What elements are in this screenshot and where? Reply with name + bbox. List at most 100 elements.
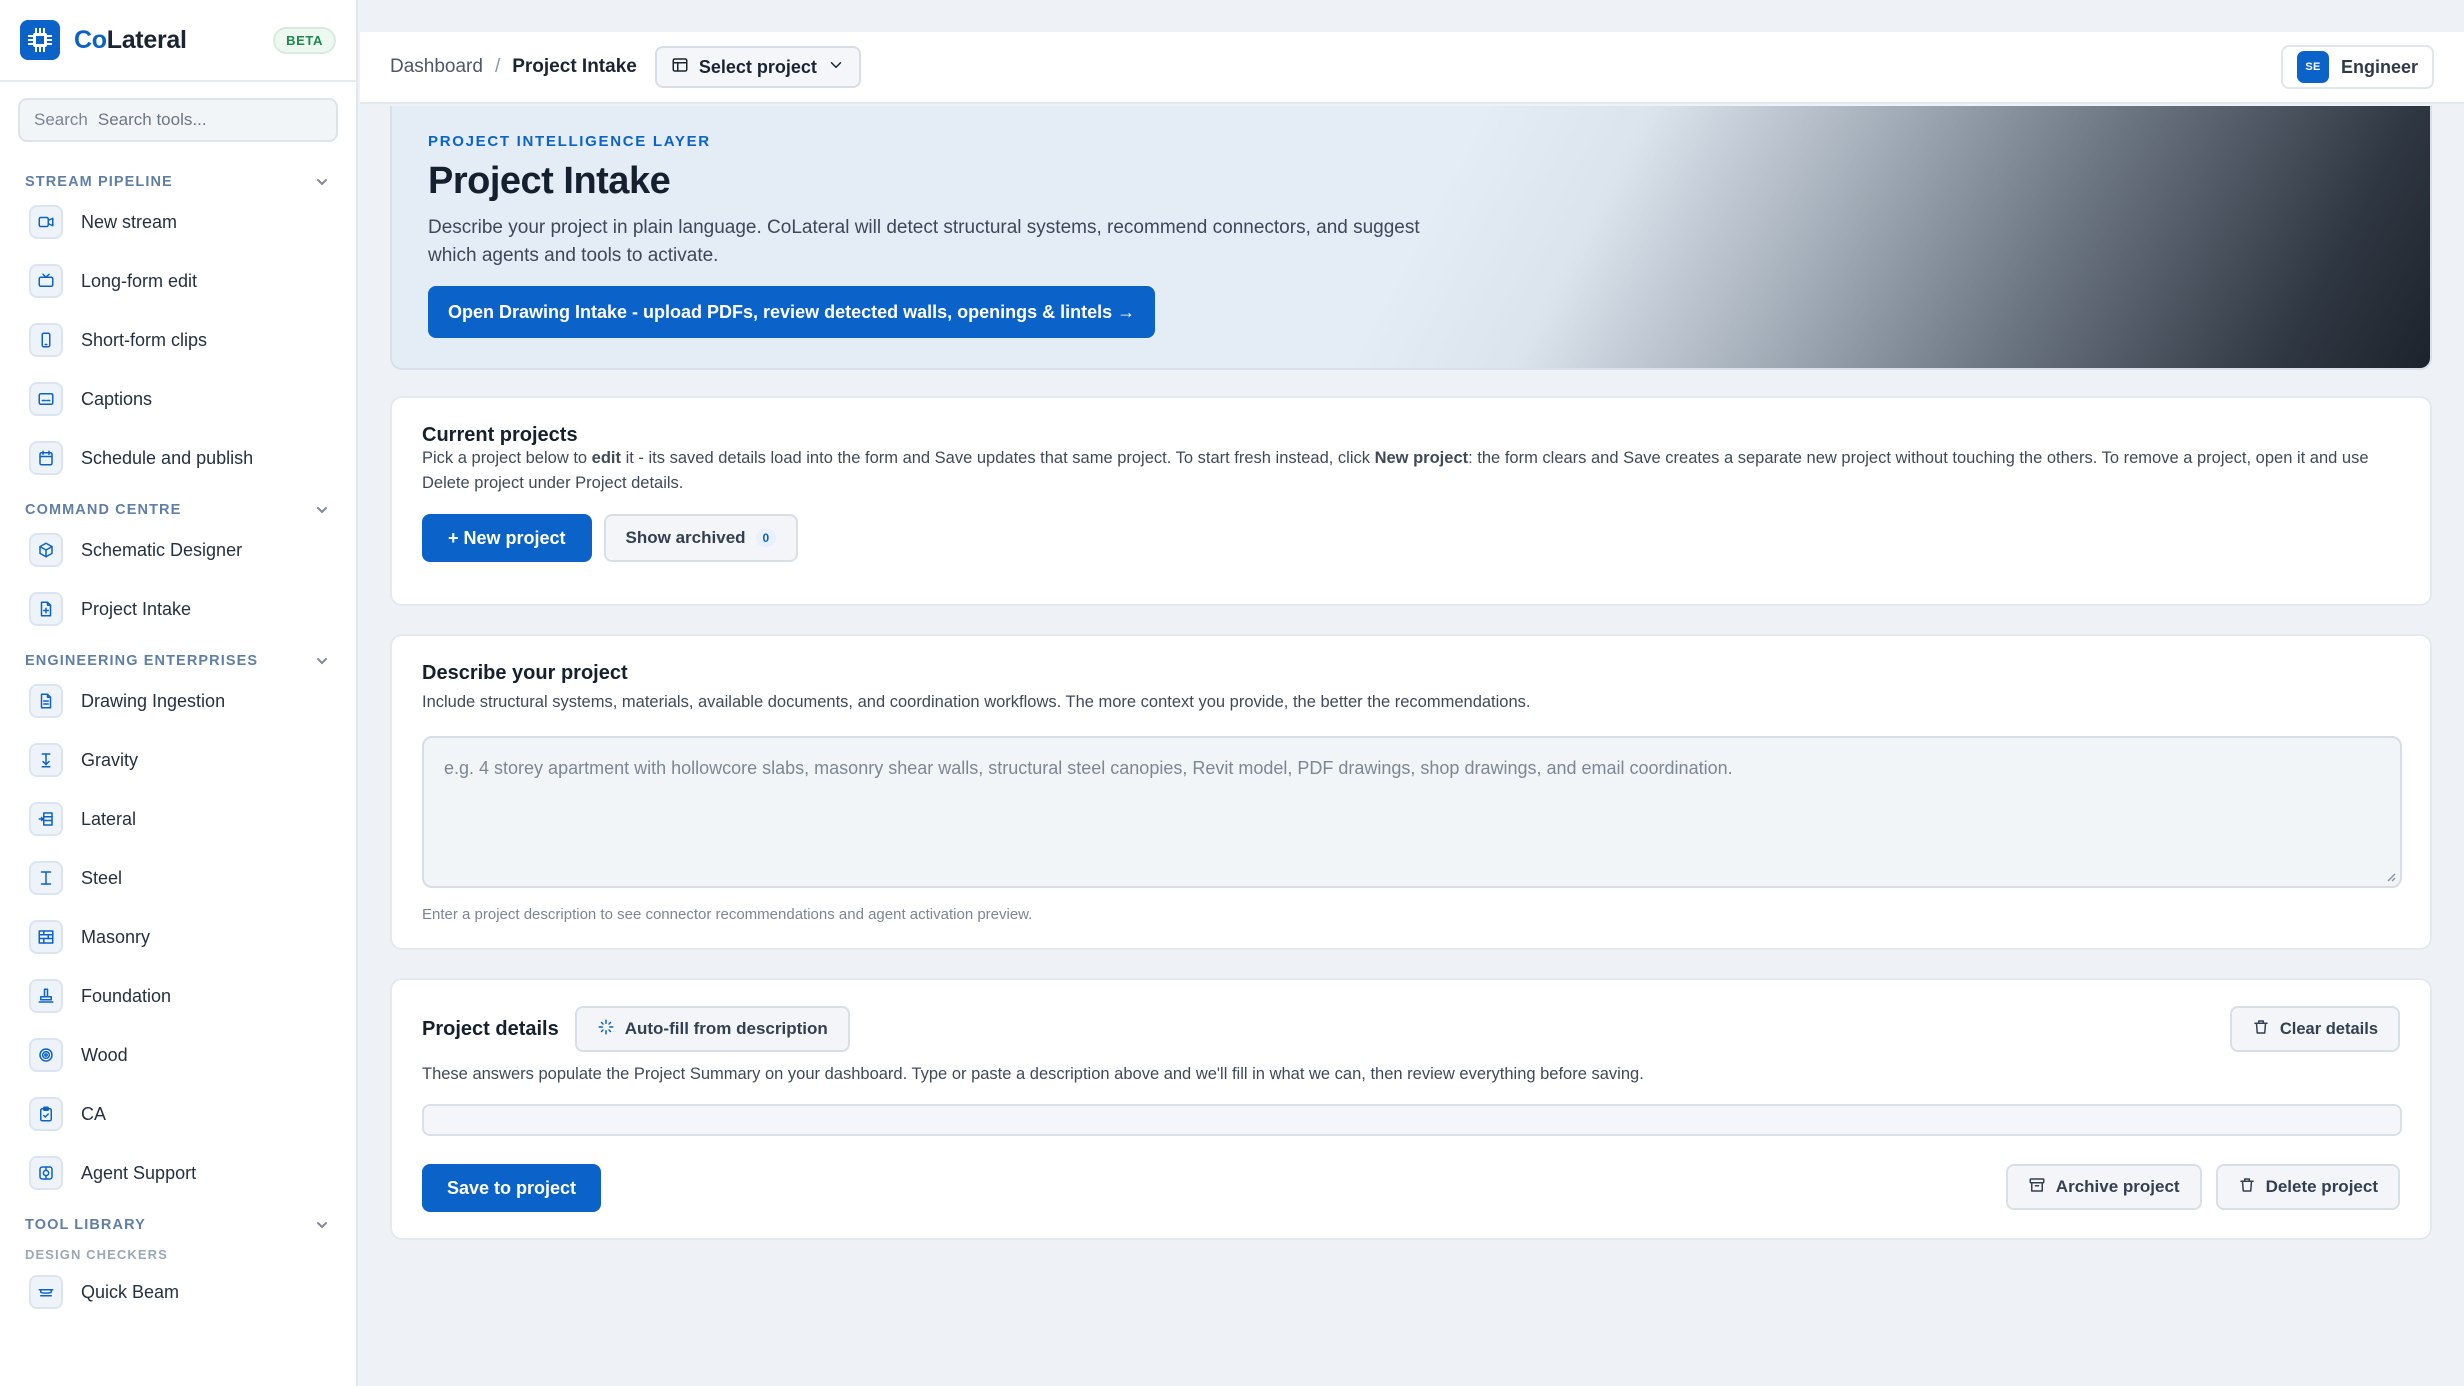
new-project-button[interactable]: + New project [422,514,592,562]
search-input[interactable]: Search Search tools... [18,98,338,142]
sidebar-item-masonry[interactable]: Masonry [0,911,356,963]
sidebar-item-foundation[interactable]: Foundation [0,970,356,1022]
auto-fill-label: Auto-fill from description [624,1019,828,1038]
avatar: SE [2296,51,2329,83]
beta-badge: BETA [273,26,336,54]
sidebar: CoLateral BETA Search Search tools... ST… [0,0,358,1386]
sidebar-item-agent-support[interactable]: Agent Support [0,1147,356,1199]
sidebar-item-schematic-designer[interactable]: Schematic Designer [0,524,356,576]
description-text: it - its saved details load into the for… [621,449,1375,467]
section-command-centre[interactable]: COMMAND CENTRE [0,498,356,522]
layout-icon [671,56,689,79]
chevron-down-icon [827,56,845,79]
beam-icon [29,1275,63,1309]
show-archived-label: Show archived [625,528,746,547]
support-icon [29,1156,63,1190]
project-description-textarea[interactable]: e.g. 4 storey apartment with hollowcore … [422,736,2402,888]
chevron-down-icon [317,658,327,665]
sidebar-item-drawing-ingestion[interactable]: Drawing Ingestion [0,675,356,727]
sidebar-item-new-stream[interactable]: New stream [0,196,356,248]
page-title: Project Intake [428,160,671,202]
sidebar-item-label: CA [81,1103,107,1124]
brand-name-suffix: Lateral [106,25,187,54]
user-role: Engineer [2340,56,2418,77]
archive-icon [2028,1176,2046,1199]
breadcrumb-dashboard[interactable]: Dashboard [390,56,483,78]
document-icon [29,684,63,718]
sidebar-item-gravity[interactable]: Gravity [0,734,356,786]
sidebar-item-project-intake[interactable]: Project Intake [0,583,356,635]
describe-project-card: Describe your project Include structural… [390,634,2432,950]
topbar: Dashboard / Project Intake Select projec… [360,32,2464,104]
brand-logo-icon[interactable] [20,20,60,60]
sidebar-item-schedule-and-publish[interactable]: Schedule and publish [0,432,356,484]
sidebar-item-short-form-clips[interactable]: Short-form clips [0,314,356,366]
auto-fill-button[interactable]: Auto-fill from description [574,1006,850,1052]
sidebar-item-wood[interactable]: Wood [0,1029,356,1081]
user-menu-button[interactable]: SE Engineer [2280,45,2434,89]
sidebar-item-label: Agent Support [81,1162,197,1183]
wood-icon [29,1038,63,1072]
select-project-dropdown[interactable]: Select project [654,46,861,88]
sidebar-item-label: Steel [81,867,123,888]
sidebar-item-ca[interactable]: CA [0,1088,356,1140]
sidebar-item-lateral[interactable]: Lateral [0,793,356,845]
sidebar-item-captions[interactable]: Captions [0,373,356,425]
clear-details-label: Clear details [2279,1019,2378,1038]
resize-handle-icon[interactable] [2384,870,2396,882]
sidebar-item-label: Drawing Ingestion [81,690,226,711]
section-tool-library[interactable]: TOOL LIBRARY [0,1213,356,1237]
project-details-title: Project details [422,1017,559,1040]
project-details-field[interactable] [422,1104,2402,1136]
sidebar-item-label: Long-form edit [81,270,198,291]
search-placeholder: Search tools... [97,110,207,129]
file-plus-icon [29,592,63,626]
phone-icon [29,323,63,357]
description-bold: New project [1374,449,1469,467]
section-title: STREAM PIPELINE [25,174,173,190]
describe-project-subtitle: Include structural systems, materials, a… [422,693,1531,711]
tv-icon [29,264,63,298]
hero-description: Describe your project in plain language.… [428,217,1420,266]
subsection-design-checkers: DESIGN CHECKERS [25,1247,168,1262]
description-text: Pick a project below to [422,449,592,467]
sidebar-item-label: Captions [81,388,153,409]
project-details-subtitle: These answers populate the Project Summa… [422,1065,1644,1083]
brand-name[interactable]: CoLateral [74,26,187,55]
textarea-placeholder: e.g. 4 storey apartment with hollowcore … [444,758,1733,778]
description-bold: edit [591,449,622,467]
clear-details-button[interactable]: Clear details [2229,1006,2400,1052]
delete-project-label: Delete project [2265,1177,2378,1196]
chevron-down-icon [317,179,327,186]
cube-icon [29,533,63,567]
chevron-down-icon [317,507,327,514]
sidebar-item-quick-beam[interactable]: Quick Beam [0,1266,356,1318]
sidebar-item-label: New stream [81,211,178,232]
sidebar-item-label: Schedule and publish [81,447,254,468]
archive-project-label: Archive project [2055,1177,2180,1196]
open-drawing-intake-button[interactable]: Open Drawing Intake - upload PDFs, revie… [428,286,1156,338]
sidebar-item-label: Short-form clips [81,329,208,350]
section-stream-pipeline[interactable]: STREAM PIPELINE [0,170,356,194]
sidebar-item-steel[interactable]: Steel [0,852,356,904]
search-label: Search [34,110,88,129]
delete-project-button[interactable]: Delete project [2215,1164,2400,1210]
sidebar-item-label: Foundation [81,985,172,1006]
lateral-icon [29,802,63,836]
breadcrumb-separator: / [494,56,501,77]
trash-icon [2252,1018,2270,1041]
clipboard-icon [29,1097,63,1131]
sidebar-item-label: Wood [81,1044,128,1065]
chevron-down-icon [317,1222,327,1229]
current-projects-description: Pick a project below to edit it - its sa… [422,446,2412,496]
select-project-label: Select project [698,56,817,77]
show-archived-button[interactable]: Show archived 0 [603,514,799,562]
sidebar-item-long-form-edit[interactable]: Long-form edit [0,255,356,307]
current-projects-title: Current projects [422,424,578,446]
sidebar-item-label: Quick Beam [81,1281,180,1302]
save-to-project-button[interactable]: Save to project [422,1164,602,1212]
current-projects-card: Current projects Pick a project below to… [390,396,2432,606]
sidebar-item-label: Masonry [81,926,151,947]
archive-project-button[interactable]: Archive project [2005,1164,2202,1210]
section-engineering-enterprises[interactable]: ENGINEERING ENTERPRISES [0,649,356,673]
